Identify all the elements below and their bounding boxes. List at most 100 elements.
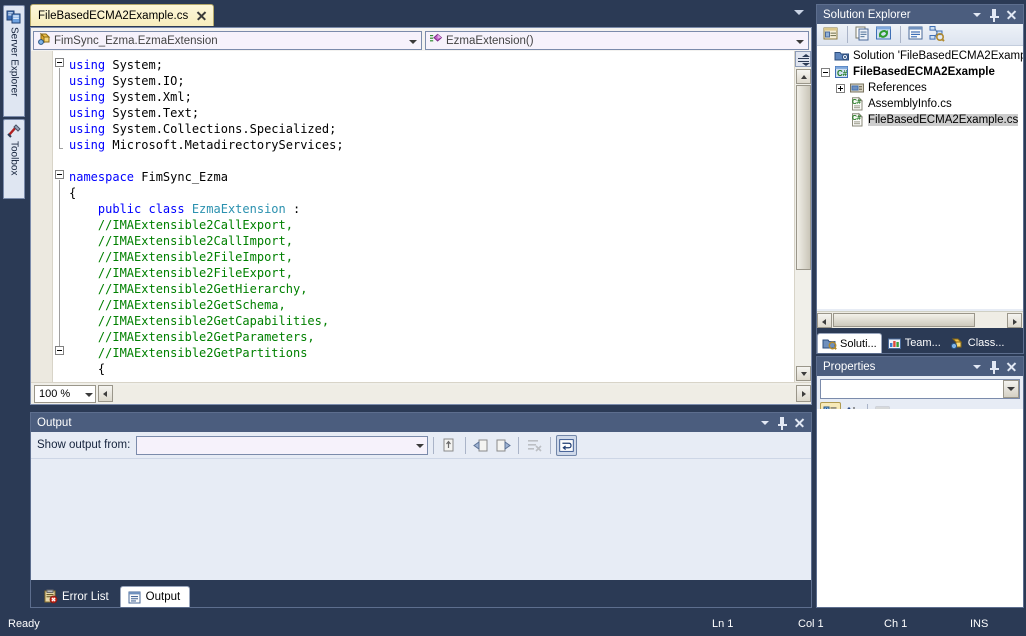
close-icon[interactable] — [1004, 359, 1019, 374]
sidebar-item-server-explorer[interactable]: Server Explorer — [3, 5, 25, 117]
chevron-down-icon[interactable] — [1003, 380, 1019, 398]
scroll-up-button[interactable] — [796, 69, 811, 84]
source-code[interactable]: using System; using System.IO; using Syste… — [69, 57, 777, 382]
fold-toggle-class[interactable] — [55, 346, 64, 355]
solution-dock-tabs: Soluti... Team... Class... — [817, 328, 1023, 353]
scroll-right-button[interactable] — [1007, 313, 1022, 328]
code-line: { — [69, 186, 77, 200]
solution-explorer-horizontal-scrollbar[interactable] — [817, 311, 1023, 328]
code-line: using System.Text; — [69, 106, 200, 120]
properties-object-dropdown[interactable] — [820, 379, 1020, 399]
toolbar-separator — [518, 436, 520, 454]
editor-indicator-margin — [31, 51, 53, 382]
fold-toggle-namespace[interactable] — [55, 170, 64, 179]
solution-tree[interactable]: Solution 'FileBasedECMA2Example' (C# File… — [817, 46, 1023, 309]
type-navigation-dropdown[interactable]: FimSync_Ezma.EzmaExtension — [33, 31, 422, 50]
status-line: Ln 1 — [712, 618, 734, 630]
properties-grid[interactable] — [817, 409, 1023, 607]
svg-text:C#: C# — [837, 69, 848, 78]
csharp-file-icon: C# — [849, 112, 865, 128]
code-text-area[interactable]: using System; using System.IO; using Syste… — [31, 51, 811, 404]
status-bar: Ready Ln 1 Col 1 Ch 1 INS — [0, 612, 1026, 636]
zoom-level-dropdown[interactable]: 100 % — [34, 384, 96, 403]
fold-toggle-usings[interactable] — [55, 58, 64, 67]
code-line: //IMAExtensible2GetHierarchy, — [69, 282, 308, 296]
code-line: //IMAExtensible2FileExport, — [69, 266, 293, 280]
chevron-down-icon[interactable] — [970, 7, 985, 22]
toggle-word-wrap-icon[interactable] — [556, 434, 578, 456]
tab-class-view[interactable]: Class... — [946, 333, 1009, 353]
tab-team-explorer[interactable]: Team... — [883, 333, 945, 353]
refresh-icon[interactable] — [874, 24, 895, 45]
tree-node[interactable]: C# FileBasedECMA2Example — [817, 64, 1023, 80]
tree-node[interactable]: C# AssemblyInfo.cs — [817, 96, 1023, 112]
horizontal-scroll-thumb[interactable] — [833, 313, 975, 327]
chevron-down-icon[interactable] — [82, 388, 95, 400]
csharp-file-icon: C# — [849, 96, 865, 112]
scroll-right-button[interactable] — [796, 384, 811, 402]
scroll-left-button[interactable] — [98, 384, 113, 402]
tree-node[interactable]: C# FileBasedECMA2Example.cs — [817, 112, 1023, 128]
chevron-down-icon[interactable] — [758, 415, 773, 430]
show-all-files-icon[interactable] — [853, 24, 874, 45]
close-icon[interactable] — [792, 415, 807, 430]
code-line: //IMAExtensible2CallExport, — [69, 218, 293, 232]
editor-vertical-scrollbar[interactable] — [794, 51, 811, 382]
svg-text:C#: C# — [852, 115, 861, 122]
sidebar-item-toolbox[interactable]: Toolbox — [3, 119, 25, 199]
properties-icon[interactable] — [821, 24, 842, 45]
output-pane-titlebar: Output — [31, 413, 811, 432]
output-pane: Output Show output from: Error List Outp… — [30, 412, 812, 608]
close-icon[interactable] — [1004, 7, 1019, 22]
find-message-source-icon[interactable] — [439, 435, 460, 456]
type-navigation-value: FimSync_Ezma.EzmaExtension — [54, 34, 218, 47]
view-class-diagram-icon[interactable] — [927, 24, 948, 45]
scroll-left-button[interactable] — [817, 313, 832, 328]
editor-bottom-bar: 100 % — [31, 382, 811, 404]
vertical-scroll-thumb[interactable] — [796, 85, 811, 270]
tab-output[interactable]: Output — [119, 586, 191, 607]
editor-tab-filebasedecma2example[interactable]: FileBasedECMA2Example.cs — [30, 4, 215, 26]
solution-explorer-toolbar — [817, 24, 1023, 46]
go-to-next-message-icon[interactable] — [492, 435, 513, 456]
collapse-icon[interactable] — [821, 67, 830, 77]
clear-all-icon — [524, 435, 545, 456]
show-output-from-label: Show output from: — [37, 439, 131, 451]
code-line: //IMAExtensible2FileImport, — [69, 250, 293, 264]
properties-title: Properties — [823, 360, 876, 373]
properties-pane: Properties — [816, 356, 1024, 608]
chevron-down-icon[interactable] — [413, 439, 427, 451]
show-output-from-dropdown[interactable] — [136, 435, 429, 455]
pin-icon[interactable] — [775, 415, 790, 430]
pin-icon[interactable] — [987, 7, 1002, 22]
editor-outlining-margin[interactable] — [53, 51, 67, 382]
output-dock-tabs: Error List Output — [31, 580, 811, 607]
tab-error-list[interactable]: Error List — [37, 586, 118, 607]
code-line: //IMAExtensible2GetSchema, — [69, 298, 286, 312]
tree-node[interactable]: Solution 'FileBasedECMA2Example' ( — [817, 48, 1023, 64]
chevron-down-icon[interactable] — [406, 35, 419, 47]
go-to-previous-message-icon[interactable] — [471, 435, 492, 456]
code-line: //IMAExtensible2CallImport, — [69, 234, 293, 248]
code-line: namespace FimSync_Ezma — [69, 170, 228, 184]
pin-icon[interactable] — [987, 359, 1002, 374]
scroll-down-button[interactable] — [796, 366, 811, 381]
chevron-down-icon[interactable] — [794, 10, 806, 20]
toolbar-separator — [433, 436, 435, 454]
chevron-down-icon[interactable] — [970, 359, 985, 374]
method-icon — [429, 32, 443, 49]
output-toolbar: Show output from: — [31, 432, 811, 459]
split-window-icon[interactable] — [795, 51, 811, 67]
member-navigation-dropdown[interactable]: EzmaExtension() — [425, 31, 809, 50]
editor-tab-strip: FileBasedECMA2Example.cs — [28, 4, 814, 27]
zoom-level-value: 100 % — [39, 387, 71, 400]
expand-icon[interactable] — [836, 83, 845, 93]
close-icon[interactable] — [195, 9, 208, 22]
tab-solution-explorer[interactable]: Soluti... — [817, 333, 882, 353]
output-text-area[interactable] — [31, 460, 811, 580]
tree-node[interactable]: References — [817, 80, 1023, 96]
code-line: using System.Collections.Specialized; — [69, 122, 337, 136]
view-code-icon[interactable] — [906, 24, 927, 45]
chevron-down-icon[interactable] — [793, 35, 806, 47]
editor-horizontal-scrollbar[interactable] — [98, 384, 811, 403]
